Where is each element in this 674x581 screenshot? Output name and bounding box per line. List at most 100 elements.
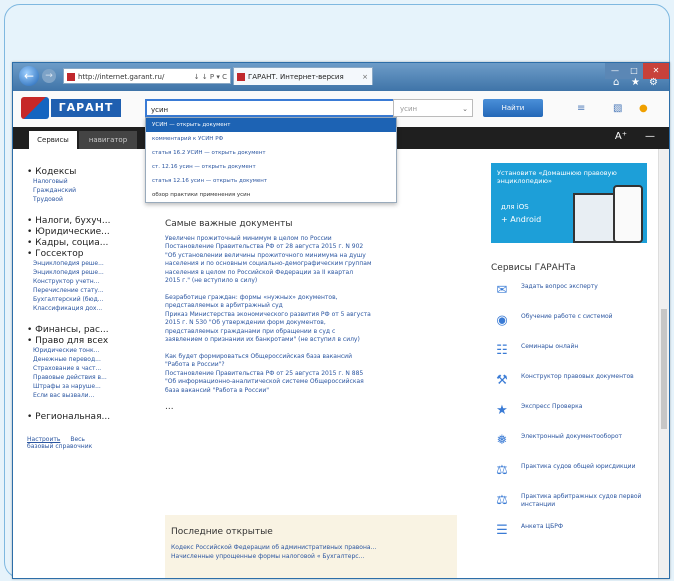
service-item[interactable]: ✉ Задать вопрос эксперту (491, 281, 651, 311)
sidebar-item[interactable]: Конструктор учетн... (27, 277, 123, 286)
service-item[interactable]: ⚒ Конструктор правовых документов (491, 371, 651, 401)
app-banner[interactable]: Установите «Домашнюю правовую энциклопед… (491, 163, 647, 243)
edo-icon: ❅ (496, 433, 508, 448)
sidebar-group[interactable]: • Налоги, бухуч... (27, 216, 123, 226)
search-scope-select[interactable]: усин ⌄ (393, 99, 473, 117)
sidebar-item[interactable]: Бухгалтерский (бюд... (27, 295, 123, 304)
sidebar-item[interactable]: Юридические тонк... (27, 346, 123, 355)
sidebar-item[interactable]: Правовые действия в... (27, 373, 123, 382)
suggestion-item[interactable]: обзор практики применения усин (146, 188, 396, 202)
doc-block[interactable]: Безработице граждан: формы «нужных» доку… (165, 294, 457, 345)
sidebar-item[interactable]: Трудовой (27, 195, 123, 204)
service-label: Экспресс Проверка (521, 403, 583, 410)
doc-line[interactable]: 2015 г." (не вступило в силу) (165, 277, 457, 286)
sidebar-footer-sub[interactable]: базовый справочник (27, 443, 123, 450)
back-button[interactable]: ← (19, 66, 39, 86)
suggestion-item[interactable]: ст. 12.16 усин — открыть документ (146, 160, 396, 174)
address-bar[interactable]: http://internet.garant.ru/ ↓ ↓ Ρ ▾ C (63, 68, 231, 84)
recent-item[interactable]: Кодекс Российской Федерации об администр… (171, 543, 457, 552)
sidebar-group[interactable]: • Госсектор (27, 249, 123, 259)
recent-title: Последние открытые (171, 527, 273, 537)
search-suggestions: УСИН — открыть документ комментарий к УС… (145, 117, 397, 203)
sidebar-item[interactable]: Денежные перевод... (27, 355, 123, 364)
doc-line[interactable]: 2015 г. N 530 "Об утверждении форм докум… (165, 319, 457, 328)
menu-icon[interactable]: — (645, 131, 655, 142)
sidebar-group[interactable]: • Кадры, социа... (27, 238, 123, 248)
logo-wordmark: ГАРАНТ (51, 99, 121, 117)
browser-tab[interactable]: ГАРАНТ. Интернет-версия × (233, 67, 373, 85)
favorites-icon[interactable]: ★ (631, 77, 640, 88)
doc-line[interactable]: Постановление Правительства РФ от 25 авг… (165, 370, 457, 379)
all-link[interactable]: Весь (70, 436, 85, 443)
service-item[interactable]: ☷ Семинары онлайн (491, 341, 651, 371)
doc-line[interactable]: "Об информационно-аналитической системе … (165, 378, 457, 387)
address-controls[interactable]: ↓ ↓ Ρ ▾ C (194, 69, 227, 83)
font-size-icon[interactable]: А⁺ (615, 131, 627, 142)
vertical-scrollbar[interactable] (658, 149, 669, 578)
doc-line[interactable]: населения в целом по Российской Федераци… (165, 269, 457, 278)
search-input[interactable]: усин (145, 99, 395, 117)
sidebar-item[interactable]: Если вас вызвали... (27, 391, 123, 400)
tab-navigator[interactable]: навигатор (79, 131, 137, 149)
service-item[interactable]: ⚖ Практика арбитражных судов первой инста… (491, 491, 651, 521)
service-item[interactable]: ☰ Анкета ЦБРФ (491, 521, 651, 551)
doc-line[interactable]: "Работа в России"? (165, 361, 457, 370)
webinar-icon: ☷ (496, 343, 508, 358)
service-item[interactable]: ❅ Электронный документооборот (491, 431, 651, 461)
tab-services[interactable]: Сервисы (29, 131, 77, 149)
tags-icon[interactable]: ▧ (613, 103, 622, 114)
settings-gear-icon[interactable]: ⚙ (649, 77, 658, 88)
address-text: http://internet.garant.ru/ (78, 73, 165, 81)
more-link[interactable]: ... (165, 403, 457, 412)
sidebar-item[interactable]: Налоговый (27, 177, 123, 186)
sidebar-group[interactable]: • Региональная... (27, 412, 123, 422)
banner-ios: для iOS (501, 203, 529, 211)
suggestion-item[interactable]: УСИН — открыть документ (146, 118, 396, 132)
home-icon[interactable]: ⌂ (613, 77, 619, 88)
customize-link[interactable]: Настроить (27, 436, 60, 443)
sidebar-group[interactable]: • Финансы, рас... (27, 325, 123, 335)
doc-line[interactable]: Увеличен прожиточный минимум в целом по … (165, 235, 457, 244)
filter-icon[interactable]: ≡ (577, 103, 585, 114)
scrollbar-thumb[interactable] (661, 309, 667, 429)
notification-icon[interactable]: ● (639, 103, 648, 114)
sidebar-item[interactable]: Энциклопедия реше... (27, 259, 123, 268)
doc-block[interactable]: Как будет формироваться Общероссийская б… (165, 353, 457, 396)
sidebar-item[interactable]: Штрафы за наруше... (27, 382, 123, 391)
sidebar-item[interactable]: Энциклопедия реше... (27, 268, 123, 277)
doc-line[interactable]: Приказ Министерства экономического разви… (165, 311, 457, 320)
doc-line[interactable]: "Об установлении величины прожиточного м… (165, 252, 457, 261)
sidebar-item[interactable]: Перечисление стату... (27, 286, 123, 295)
doc-line[interactable]: Как будет формироваться Общероссийская б… (165, 353, 457, 362)
doc-block[interactable]: Увеличен прожиточный минимум в целом по … (165, 235, 457, 286)
doc-line[interactable]: представляемых в арбитражный суд (165, 302, 457, 311)
service-item[interactable]: ⚖ Практика судов общей юрисдикции (491, 461, 651, 491)
service-item[interactable]: ★ Экспресс Проверка (491, 401, 651, 431)
service-label: Анкета ЦБРФ (521, 523, 563, 530)
forward-button[interactable]: → (42, 69, 56, 83)
suggestion-item[interactable]: комментарий к УСИН РФ (146, 132, 396, 146)
sidebar-group[interactable]: • Юридические... (27, 227, 123, 237)
find-button[interactable]: Найти (483, 99, 543, 117)
browser-window: ← → http://internet.garant.ru/ ↓ ↓ Ρ ▾ C… (12, 62, 670, 579)
doc-line[interactable]: населения и по основным социально-демогр… (165, 260, 457, 269)
court-practice-icon: ⚖ (496, 463, 508, 478)
doc-line[interactable]: Безработице граждан: формы «нужных» доку… (165, 294, 457, 303)
sidebar-item[interactable]: Классификация дох... (27, 304, 123, 313)
doc-line[interactable]: заявлением о признании их банкротами" (н… (165, 336, 457, 345)
suggestion-item[interactable]: статья 12.16 усин — открыть документ (146, 174, 396, 188)
sidebar-group[interactable]: • Право для всех (27, 336, 123, 346)
phone-image (613, 185, 643, 243)
garant-logo[interactable]: ГАРАНТ (21, 95, 125, 121)
suggestion-item[interactable]: статья 16.2 УСИН — открыть документ (146, 146, 396, 160)
doc-line[interactable]: Постановление Правительства РФ от 28 авг… (165, 243, 457, 252)
tab-close-icon[interactable]: × (362, 68, 368, 85)
doc-line[interactable]: представляемых гражданами при обращении … (165, 328, 457, 337)
doc-line[interactable]: база вакансий "Работа в России" (165, 387, 457, 396)
sidebar-item[interactable]: Гражданский (27, 186, 123, 195)
constructor-icon: ⚒ (496, 373, 508, 388)
sidebar-item[interactable]: Страхование в част... (27, 364, 123, 373)
service-item[interactable]: ◉ Обучение работе с системой (491, 311, 651, 341)
recent-item[interactable]: Начисленные упрощенные формы налоговой «… (171, 552, 457, 561)
sidebar-group-codes[interactable]: • Кодексы (27, 167, 123, 177)
